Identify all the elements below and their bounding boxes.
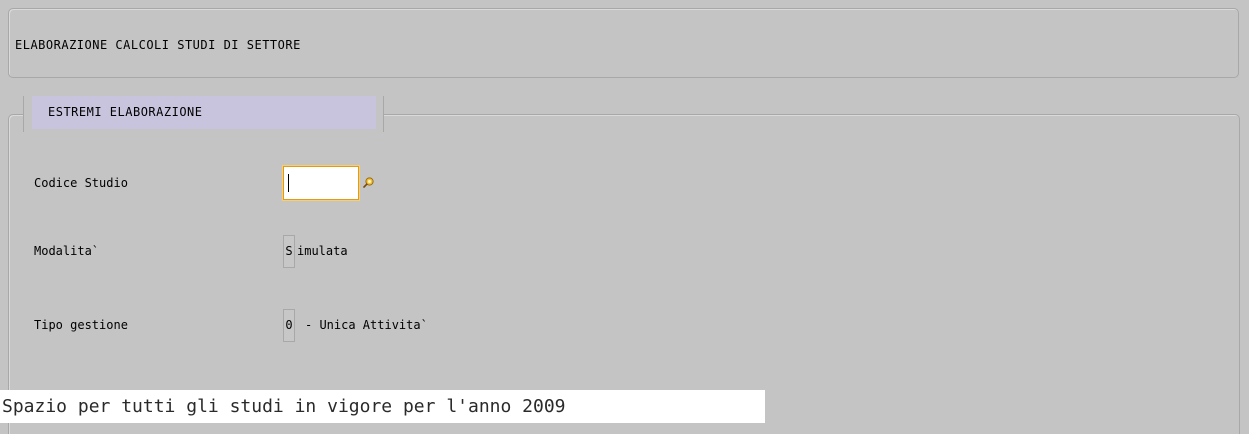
tipo-gestione-code-field[interactable]: 0 [283,309,295,342]
tipo-gestione-label: Tipo gestione [34,318,128,332]
tipo-gestione-description: - Unica Attivita` [305,318,428,332]
group-legend: ESTREMI ELABORAZIONE [32,96,376,129]
title-panel: ELABORAZIONE CALCOLI STUDI DI SETTORE [8,8,1239,78]
page-title: ELABORAZIONE CALCOLI STUDI DI SETTORE [15,38,301,52]
modalita-label: Modalita` [34,244,100,258]
lookup-icon[interactable] [363,177,374,188]
group-legend-frame: ESTREMI ELABORAZIONE [23,96,384,132]
codice-studio-label: Codice Studio [34,176,128,190]
status-bar: Spazio per tutti gli studi in vigore per… [0,390,765,423]
estremi-elaborazione-group [8,114,1240,434]
codice-studio-input[interactable] [283,166,359,200]
modalita-description: imulata [297,244,348,258]
text-cursor [288,174,289,192]
modalita-code-field[interactable]: S [283,235,295,268]
status-message: Spazio per tutti gli studi in vigore per… [2,396,566,417]
